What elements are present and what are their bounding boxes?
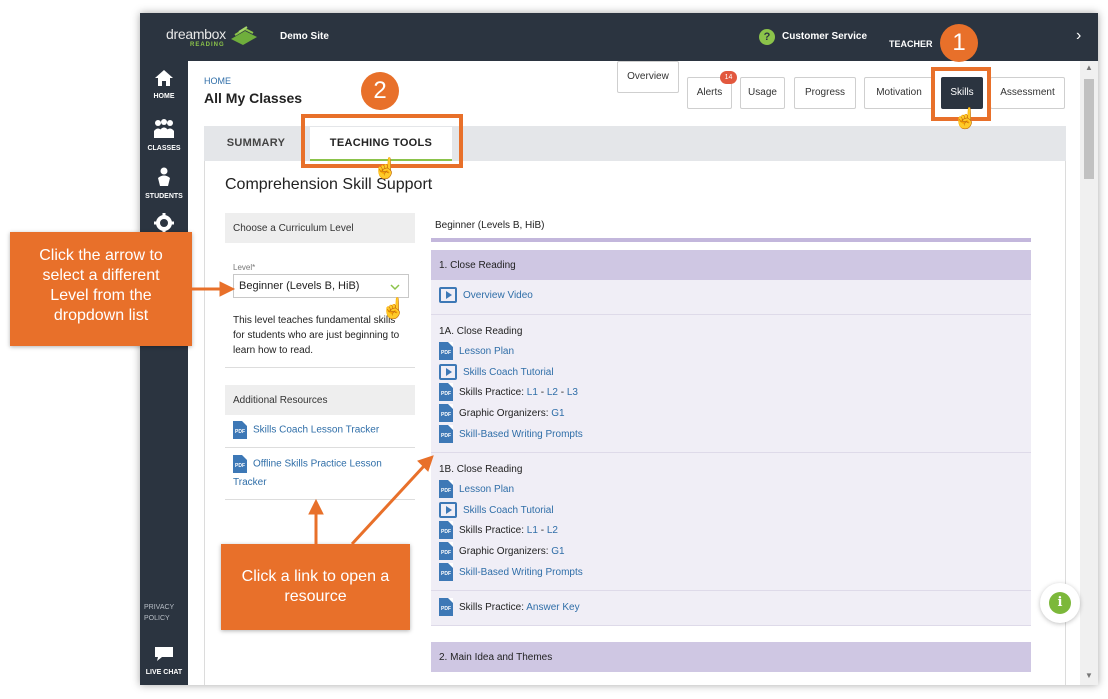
- hand-cursor-icon: ☝: [373, 158, 398, 180]
- info-button[interactable]: i: [1040, 583, 1080, 623]
- arrow-head: [308, 498, 324, 515]
- info-icon: i: [1049, 592, 1071, 614]
- screenshot-stage: dreambox READING Demo Site ? Customer Se…: [0, 0, 1108, 699]
- hand-cursor-icon: ☝: [953, 108, 978, 130]
- hand-cursor-icon: ☝: [381, 298, 406, 320]
- arrow-head: [219, 281, 236, 297]
- resources-arrow: [350, 464, 426, 546]
- callout-arrows: [192, 281, 434, 546]
